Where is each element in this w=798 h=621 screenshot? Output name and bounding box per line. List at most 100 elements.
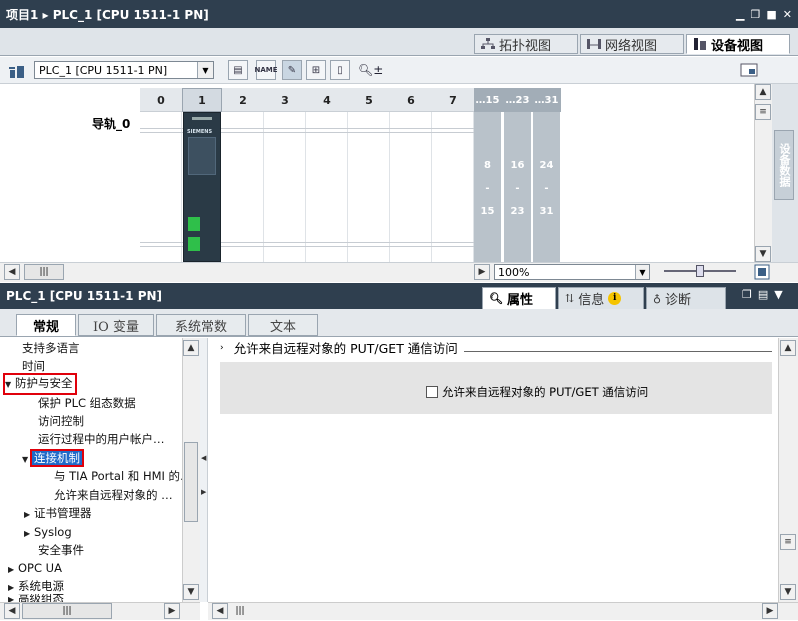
- tree-item-multilang[interactable]: 支持多语言: [22, 340, 80, 356]
- scroll-left-icon[interactable]: ◀: [4, 603, 20, 619]
- tree-item-putget[interactable]: 允许来自远程对象的 …: [54, 487, 173, 503]
- scroll-left-icon[interactable]: ◀: [212, 603, 228, 619]
- expansion-dash: -: [515, 183, 520, 194]
- scroll-thumb[interactable]: |||: [230, 603, 250, 619]
- tree-item-system-power-label: 系统电源: [18, 579, 64, 593]
- scroll-thumb[interactable]: ≡: [755, 104, 771, 120]
- chevron-down-icon[interactable]: ▼: [635, 265, 649, 279]
- slot-column[interactable]: [306, 112, 348, 262]
- tree-item-access-control[interactable]: 访问控制: [38, 413, 84, 429]
- zoom-slider[interactable]: [664, 265, 736, 277]
- splitter-collapse-icon[interactable]: ◀: [201, 454, 206, 462]
- diagnostics-icon: ♁: [653, 292, 662, 305]
- menu-icon[interactable]: ▤: [758, 288, 768, 301]
- scroll-right-icon[interactable]: ▶: [164, 603, 180, 619]
- float-icon[interactable]: ❐: [751, 8, 761, 21]
- expansion-column[interactable]: [474, 88, 501, 262]
- caret-collapsed-icon[interactable]: ▶: [24, 507, 34, 523]
- scroll-down-icon[interactable]: ▼: [755, 246, 771, 262]
- page-break-button[interactable]: ▯: [330, 60, 350, 80]
- slot-column[interactable]: [432, 112, 474, 262]
- slot-column[interactable]: [390, 112, 432, 262]
- content-horizontal-scrollbar[interactable]: [208, 602, 798, 620]
- tab-device-view[interactable]: 设备视图: [686, 34, 790, 54]
- expansion-column[interactable]: [504, 88, 531, 262]
- tab-topology-view[interactable]: 拓扑视图: [474, 34, 578, 54]
- restore-icon[interactable]: ■: [766, 8, 776, 21]
- caret-expanded-icon[interactable]: ▼: [22, 452, 32, 468]
- scroll-down-icon[interactable]: ▼: [780, 584, 796, 600]
- ethernet-port-icon[interactable]: [188, 217, 200, 231]
- chevron-down-icon[interactable]: ▼: [774, 288, 782, 301]
- tree-item-runtime-users[interactable]: 运行过程中的用户帐户…: [38, 431, 165, 447]
- network-device-icon[interactable]: [8, 62, 26, 80]
- tree-item-cert-manager[interactable]: ▶ 证书管理器: [24, 505, 92, 523]
- scroll-up-icon[interactable]: ▲: [755, 84, 771, 100]
- tree-item-security-events[interactable]: 安全事件: [38, 542, 84, 558]
- scroll-down-icon[interactable]: ▼: [183, 584, 199, 600]
- tab-diagnostics[interactable]: ♁ 诊断: [646, 287, 726, 309]
- slot-column[interactable]: [222, 112, 264, 262]
- panel-splitter[interactable]: ◀ ▶: [200, 338, 208, 602]
- zoom-in-icon: 🔍︎±: [358, 63, 384, 77]
- tree-item-time[interactable]: 时间: [22, 358, 45, 374]
- rack-horizontal-scrollbar[interactable]: |||: [24, 264, 470, 280]
- tree-item-protect-plc[interactable]: 保护 PLC 组态数据: [38, 395, 136, 411]
- device-select-dropdown[interactable]: PLC_1 [CPU 1511-1 PN] ▼: [34, 61, 214, 79]
- scroll-up-icon[interactable]: ▲: [183, 340, 199, 356]
- tab-general[interactable]: 常规: [16, 314, 76, 336]
- caret-collapsed-icon[interactable]: ▶: [8, 594, 18, 602]
- navigator-icon[interactable]: [754, 264, 770, 280]
- caret-collapsed-icon[interactable]: ▶: [24, 526, 34, 542]
- zoom-tool-button[interactable]: 🔍︎±: [358, 61, 388, 79]
- scroll-thumb[interactable]: [184, 442, 198, 522]
- expansion-header: …31: [534, 95, 559, 106]
- tree-item-connection-mechanisms[interactable]: ▼ 连接机制: [22, 449, 84, 468]
- cpu-module[interactable]: SIEMENS: [183, 112, 221, 262]
- tab-info[interactable]: ⇅ 信息 i: [558, 287, 644, 309]
- chevron-down-icon[interactable]: ▼: [197, 62, 213, 78]
- splitter-expand-icon[interactable]: ▶: [201, 488, 206, 496]
- scroll-thumb[interactable]: |||: [24, 264, 64, 280]
- scroll-up-icon[interactable]: ▲: [780, 340, 796, 356]
- grid-button[interactable]: ⊞: [306, 60, 326, 80]
- tree-item-syslog[interactable]: ▶ Syslog: [24, 524, 72, 542]
- tree-item-opcua[interactable]: ▶ OPC UA: [8, 560, 62, 578]
- zoom-slider-thumb[interactable]: [696, 265, 704, 277]
- pen-tool-button[interactable]: ✎: [282, 60, 302, 80]
- tab-texts[interactable]: 文本: [248, 314, 318, 336]
- slot-column[interactable]: [264, 112, 306, 262]
- zoom-select[interactable]: 100% ▼: [494, 264, 650, 280]
- scroll-right-icon[interactable]: ▶: [474, 264, 490, 280]
- putget-checkbox-row[interactable]: 允许来自远程对象的 PUT/GET 通信访问: [426, 384, 648, 400]
- expansion-header: …23: [505, 95, 530, 106]
- slot-column[interactable]: [140, 112, 182, 262]
- caret-collapsed-icon[interactable]: ▶: [8, 562, 18, 578]
- caret-expanded-icon[interactable]: ▼: [5, 377, 15, 393]
- tab-system-constants[interactable]: 系统常数: [156, 314, 246, 336]
- scroll-right-icon[interactable]: ▶: [762, 603, 778, 619]
- tab-network-view[interactable]: 网络视图: [580, 34, 684, 54]
- content-vertical-scrollbar[interactable]: [778, 338, 798, 602]
- close-icon[interactable]: ✕: [783, 8, 792, 21]
- scroll-thumb[interactable]: |||: [22, 603, 112, 619]
- slot-overview-button[interactable]: ▤: [228, 60, 248, 80]
- tree-item-protection-security[interactable]: ▼ 防护与安全: [3, 373, 77, 395]
- expansion-dash: -: [544, 183, 549, 194]
- tab-io-tags[interactable]: IO 变量: [78, 314, 154, 336]
- scroll-left-icon[interactable]: ◀: [4, 264, 20, 280]
- show-names-button[interactable]: NAME: [254, 60, 278, 80]
- expansion-column[interactable]: [533, 88, 560, 262]
- overview-panel-icon[interactable]: [740, 61, 758, 79]
- minimize-icon[interactable]: ▁: [736, 8, 744, 21]
- tree-item-tia-hmi[interactable]: 与 TIA Portal 和 HMI 的…: [54, 468, 192, 484]
- tab-properties[interactable]: 🔍︎ 属性: [482, 287, 556, 309]
- scroll-thumb[interactable]: ≡: [780, 534, 796, 550]
- slot-column[interactable]: [348, 112, 390, 262]
- tree-item-cutoff[interactable]: ▶ 高级组态: [8, 594, 64, 602]
- putget-checkbox[interactable]: [426, 386, 438, 398]
- float-icon[interactable]: ❐: [742, 288, 752, 301]
- device-data-side-tab[interactable]: 设备数据: [774, 130, 794, 200]
- ethernet-port-icon[interactable]: [188, 237, 200, 251]
- expansion-start: 8: [484, 160, 491, 171]
